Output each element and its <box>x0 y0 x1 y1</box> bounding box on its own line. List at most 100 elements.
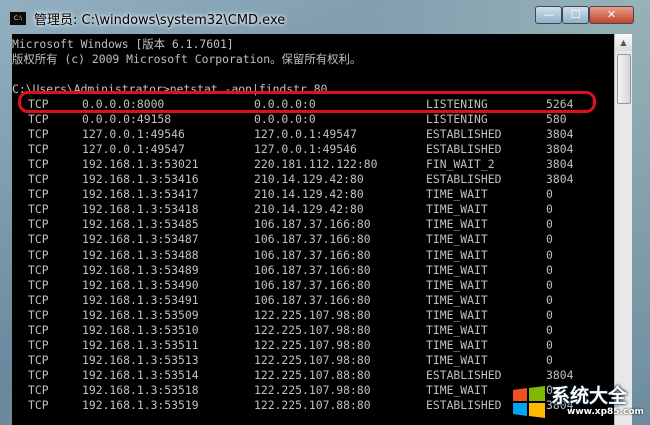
state-cell: ESTABLISHED <box>426 398 502 412</box>
local-address-cell: 192.168.1.3:53417 <box>82 187 199 202</box>
foreign-address-cell: 122.225.107.88:80 <box>254 367 371 382</box>
pid-cell: 5264 <box>546 97 574 111</box>
pid-cell: 0 <box>546 217 553 232</box>
state-cell: TIME_WAIT <box>426 307 488 322</box>
local-address-cell: 192.168.1.3:53509 <box>82 307 199 322</box>
foreign-address-cell: 0.0.0.0:0 <box>254 112 316 127</box>
table-row: TCP 127.0.0.1:49546 127.0.0.1:49547 ESTABLI… <box>12 127 614 142</box>
table-row: TCP 192.168.1.3:53491 106.187.37.166:80 TIM… <box>12 293 614 308</box>
pid-cell: 0 <box>546 292 553 307</box>
foreign-address-cell: 106.187.37.166:80 <box>254 277 371 292</box>
protocol-cell: TCP <box>28 202 49 217</box>
protocol-cell: TCP <box>28 292 49 307</box>
state-cell: LISTENING <box>426 112 488 127</box>
maximize-button[interactable]: ☐ <box>562 6 589 24</box>
table-row: TCP 192.168.1.3:53485 106.187.37.166:80 TIM… <box>12 217 614 232</box>
local-address-cell: 192.168.1.3:53511 <box>82 337 199 352</box>
foreign-address-cell: 106.187.37.166:80 <box>254 247 371 262</box>
minimize-button[interactable]: — <box>535 6 562 24</box>
cmd-window: C:\ 管理员: C:\windows\system32\CMD.exe — ☐… <box>0 0 650 425</box>
table-row: TCP 192.168.1.3:53021 220.181.112.122:80 FI… <box>12 157 614 172</box>
foreign-address-cell: 122.225.107.98:80 <box>254 352 371 367</box>
local-address-cell: 192.168.1.3:53418 <box>82 202 199 217</box>
window-title: 管理员: C:\windows\system32\CMD.exe <box>34 13 286 28</box>
state-cell: TIME_WAIT <box>426 202 488 217</box>
foreign-address-cell: 210.14.129.42:80 <box>254 172 364 187</box>
state-cell: TIME_WAIT <box>426 277 488 292</box>
local-address-cell: 192.168.1.3:53488 <box>82 247 199 262</box>
table-row: TCP 192.168.1.3:53488 106.187.37.166:80 TIM… <box>12 248 614 263</box>
minimize-icon: — <box>543 8 554 21</box>
watermark-logo: 系统大全 www.xp85.com <box>511 380 650 425</box>
protocol-cell: TCP <box>28 307 49 322</box>
pid-cell: 0 <box>546 247 553 262</box>
table-row: TCP 192.168.1.3:53511 122.225.107.98:80 TIM… <box>12 338 614 353</box>
title-bar[interactable]: C:\ 管理员: C:\windows\system32\CMD.exe — ☐… <box>0 0 650 34</box>
scrollbar-thumb[interactable] <box>617 54 631 104</box>
table-row: TCP 192.168.1.3:53418 210.14.129.42:80 TIME… <box>12 202 614 217</box>
foreign-address-cell: 122.225.107.98:80 <box>254 382 371 397</box>
watermark-url: www.xp85.com <box>567 407 644 417</box>
local-address-cell: 192.168.1.3:53513 <box>82 352 199 367</box>
protocol-cell: TCP <box>28 247 49 262</box>
protocol-cell: TCP <box>28 112 49 127</box>
state-cell: ESTABLISHED <box>426 142 502 157</box>
table-row: TCP 192.168.1.3:53509 122.225.107.98:80 TIM… <box>12 308 614 323</box>
state-cell: TIME_WAIT <box>426 352 488 367</box>
foreign-address-cell: 210.14.129.42:80 <box>254 187 364 202</box>
pid-cell: 0 <box>546 322 553 337</box>
protocol-cell: TCP <box>28 352 49 367</box>
pid-cell: 0 <box>546 202 553 217</box>
state-cell: TIME_WAIT <box>426 247 488 262</box>
console-header-line: 版权所有 (c) 2009 Microsoft Corporation。保留所有… <box>12 52 362 67</box>
foreign-address-cell: 210.14.129.42:80 <box>254 202 364 217</box>
foreign-address-cell: 220.181.112.122:80 <box>254 157 378 172</box>
pid-cell: 3804 <box>546 157 574 172</box>
foreign-address-cell: 127.0.0.1:49546 <box>254 142 357 157</box>
state-cell: ESTABLISHED <box>426 172 502 187</box>
foreign-address-cell: 0.0.0.0:0 <box>254 97 316 111</box>
foreign-address-cell: 122.225.107.98:80 <box>254 307 371 322</box>
pid-cell: 0 <box>546 337 553 352</box>
protocol-cell: TCP <box>28 157 49 172</box>
cmd-app-icon[interactable]: C:\ <box>9 11 27 26</box>
protocol-cell: TCP <box>28 398 49 412</box>
protocol-cell: TCP <box>28 382 49 397</box>
local-address-cell: 192.168.1.3:53489 <box>82 262 199 277</box>
local-address-cell: 192.168.1.3:53519 <box>82 398 199 412</box>
scroll-up-icon[interactable]: ▲ <box>615 34 632 51</box>
foreign-address-cell: 122.225.107.98:80 <box>254 337 371 352</box>
protocol-cell: TCP <box>28 187 49 202</box>
foreign-address-cell: 127.0.0.1:49547 <box>254 127 357 142</box>
console-header-line: Microsoft Windows [版本 6.1.7601] <box>12 37 234 51</box>
protocol-cell: TCP <box>28 127 49 142</box>
protocol-cell: TCP <box>28 367 49 382</box>
console-header-line <box>12 67 614 82</box>
close-button[interactable]: ✕ <box>589 6 634 24</box>
local-address-cell: 192.168.1.3:53485 <box>82 217 199 232</box>
watermark-name: 系统大全 <box>551 385 628 407</box>
pid-cell: 0 <box>546 307 553 322</box>
foreign-address-cell: 106.187.37.166:80 <box>254 232 371 247</box>
foreign-address-cell: 106.187.37.166:80 <box>254 262 371 277</box>
protocol-cell: TCP <box>28 217 49 232</box>
pid-cell: 0 <box>546 262 553 277</box>
pid-cell: 3804 <box>546 142 574 157</box>
table-row: TCP 192.168.1.3:53510 122.225.107.98:80 TIM… <box>12 323 614 338</box>
console-command-line: C:\Users\Administrator>netstat -aon|find… <box>12 82 328 97</box>
vertical-scrollbar[interactable]: ▲ <box>614 34 632 425</box>
console-output[interactable]: Microsoft Windows [版本 6.1.7601] 版权所有 (c)… <box>12 34 614 425</box>
state-cell: TIME_WAIT <box>426 382 488 397</box>
table-row: TCP 0.0.0.0:49158 0.0.0.0:0 LISTENING 580 <box>12 112 614 127</box>
state-cell: TIME_WAIT <box>426 232 488 247</box>
table-row: TCP 0.0.0.0:8000 0.0.0.0:0 LISTENING 5264 <box>12 97 614 112</box>
table-row: TCP 192.168.1.3:53489 106.187.37.166:80 TIM… <box>12 263 614 278</box>
table-row: TCP 192.168.1.3:53416 210.14.129.42:80 ESTA… <box>12 172 614 187</box>
local-address-cell: 127.0.0.1:49547 <box>82 142 185 157</box>
state-cell: TIME_WAIT <box>426 337 488 352</box>
state-cell: TIME_WAIT <box>426 322 488 337</box>
local-address-cell: 192.168.1.3:53518 <box>82 382 199 397</box>
state-cell: TIME_WAIT <box>426 217 488 232</box>
foreign-address-cell: 106.187.37.166:80 <box>254 217 371 232</box>
maximize-icon: ☐ <box>570 8 581 21</box>
